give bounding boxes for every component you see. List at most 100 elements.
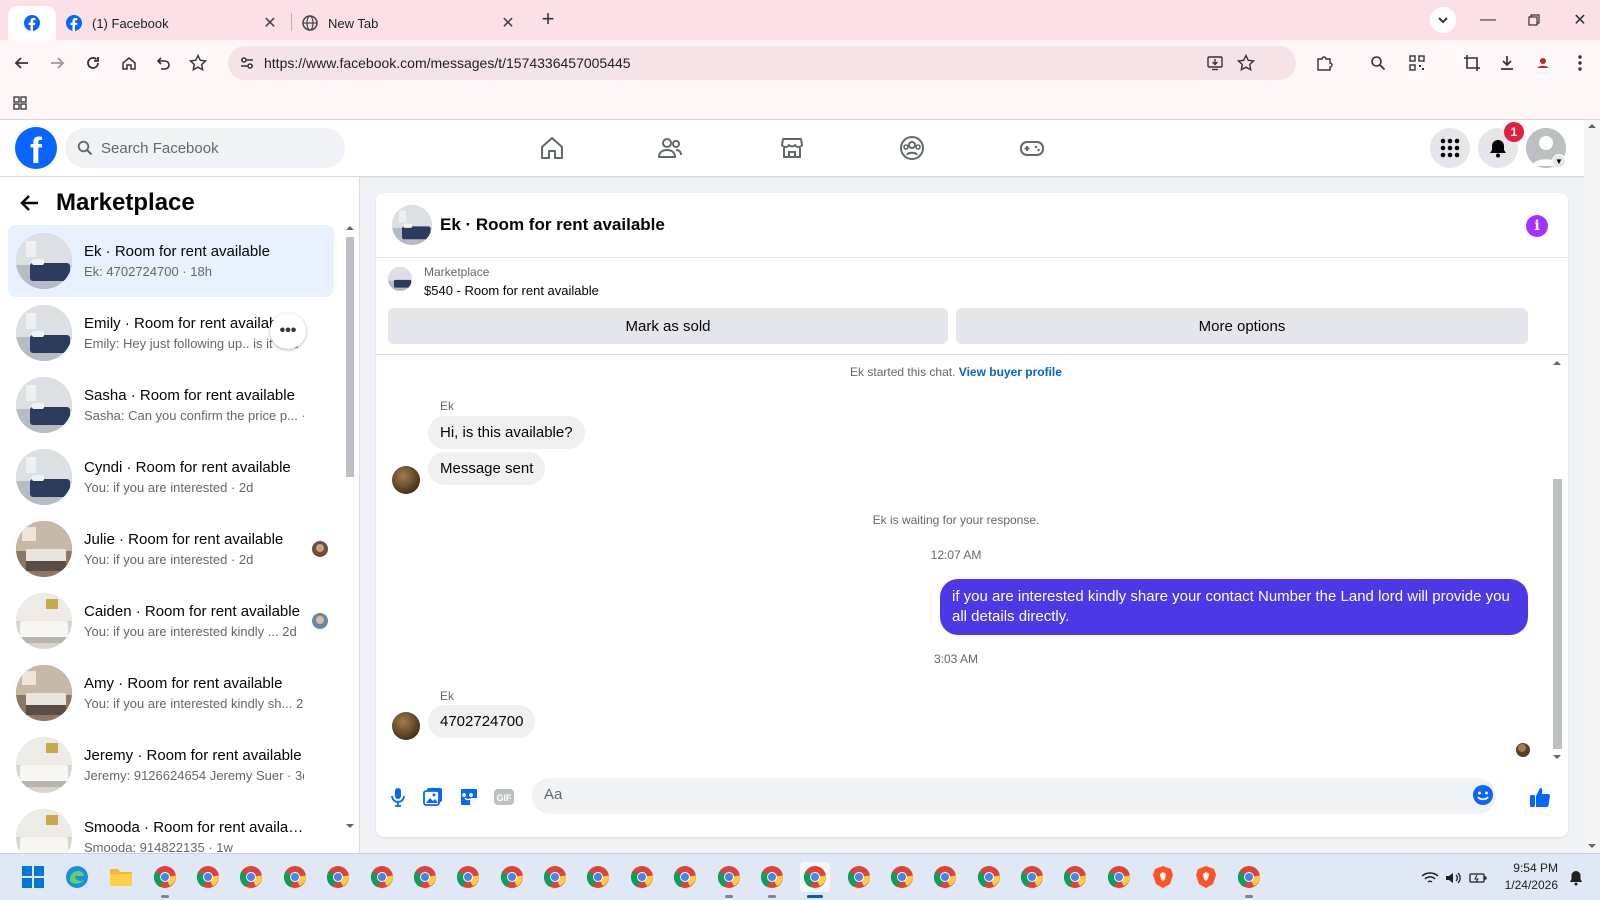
- conversation-item[interactable]: Julie · Room for rent available You: if …: [8, 513, 334, 585]
- bookmark-icon[interactable]: [1233, 50, 1259, 76]
- forward-button[interactable]: [43, 49, 71, 77]
- extensions-button[interactable]: [1310, 49, 1338, 77]
- taskbar-chrome[interactable]: [1104, 862, 1134, 892]
- taskbar-chrome[interactable]: [236, 862, 266, 892]
- pinned-facebook-tab[interactable]: [8, 6, 56, 40]
- more-options-button[interactable]: More options: [956, 308, 1528, 344]
- start-button[interactable]: [18, 862, 48, 892]
- tab-new-tab[interactable]: New Tab ✕: [292, 6, 528, 40]
- facebook-logo[interactable]: f: [15, 127, 57, 169]
- scroll-down-icon[interactable]: [1552, 753, 1562, 761]
- battery-icon[interactable]: [1468, 868, 1488, 888]
- scroll-up-icon[interactable]: [1587, 122, 1597, 130]
- taskbar-chrome[interactable]: [1017, 862, 1047, 892]
- notifications-button[interactable]: 1: [1478, 122, 1524, 168]
- scrollbar-thumb[interactable]: [1553, 479, 1562, 749]
- taskbar-chrome[interactable]: [757, 862, 787, 898]
- message-input[interactable]: [544, 786, 1444, 803]
- gif-icon[interactable]: GIF: [490, 783, 518, 811]
- chat-title[interactable]: Ek · Room for rent available: [440, 215, 665, 235]
- info-icon[interactable]: i: [1526, 215, 1548, 237]
- scrollbar-thumb[interactable]: [346, 237, 354, 477]
- taskbar-chrome-active[interactable]: [800, 862, 830, 898]
- restore-button[interactable]: [1514, 6, 1554, 34]
- nav-home[interactable]: [532, 130, 572, 166]
- scroll-down-icon[interactable]: [344, 821, 356, 831]
- nav-groups[interactable]: [892, 130, 932, 166]
- taskbar-chrome[interactable]: [410, 862, 440, 892]
- tab-search-button[interactable]: [1430, 7, 1456, 33]
- search-button[interactable]: [1364, 49, 1392, 77]
- address-bar[interactable]: https://www.facebook.com/messages/t/1574…: [228, 46, 1296, 80]
- conversation-item[interactable]: Smooda · Room for rent available Smooda:…: [8, 801, 334, 853]
- nav-gaming[interactable]: [1012, 130, 1052, 166]
- crop-button[interactable]: [1458, 49, 1486, 77]
- conversation-item[interactable]: Jeremy · Room for rent available Jeremy:…: [8, 729, 334, 801]
- taskbar-file-explorer[interactable]: [106, 862, 136, 892]
- search-box[interactable]: [65, 128, 345, 168]
- sender-avatar[interactable]: [392, 712, 420, 740]
- emoji-icon[interactable]: [1472, 784, 1494, 806]
- microphone-icon[interactable]: [384, 783, 412, 811]
- bookmark-star-button[interactable]: [184, 49, 212, 77]
- taskbar-chrome[interactable]: [887, 862, 917, 892]
- outgoing-message[interactable]: if you are interested kindly share your …: [940, 579, 1528, 635]
- volume-icon[interactable]: [1444, 868, 1464, 888]
- conversation-item[interactable]: Cyndi · Room for rent available You: if …: [8, 441, 334, 513]
- site-info-icon[interactable]: [234, 50, 260, 76]
- taskbar-chrome[interactable]: [930, 862, 960, 892]
- nav-friends[interactable]: [650, 130, 690, 166]
- chat-avatar[interactable]: [392, 205, 432, 245]
- back-button[interactable]: [8, 49, 36, 77]
- taskbar-chrome[interactable]: [583, 862, 613, 892]
- incoming-message[interactable]: Message sent: [428, 452, 546, 485]
- close-tab-icon[interactable]: ✕: [260, 13, 280, 33]
- taskbar-chrome[interactable]: [974, 862, 1004, 892]
- taskbar-chrome[interactable]: [150, 862, 180, 898]
- scroll-down-icon[interactable]: [1587, 842, 1597, 850]
- taskbar-chrome[interactable]: [714, 862, 744, 898]
- page-scrollbar[interactable]: [1584, 120, 1600, 853]
- wifi-icon[interactable]: [1420, 868, 1440, 888]
- taskbar-chrome[interactable]: [497, 862, 527, 892]
- conversation-item[interactable]: Sasha · Room for rent available Sasha: C…: [8, 369, 334, 441]
- downloads-button[interactable]: [1493, 49, 1521, 77]
- close-tab-icon[interactable]: ✕: [498, 13, 518, 33]
- conversation-item[interactable]: Ek · Room for rent available Ek: 4702724…: [8, 225, 334, 297]
- taskbar-brave[interactable]: [1148, 862, 1178, 892]
- conversation-item[interactable]: Caiden · Room for rent available You: if…: [8, 585, 334, 657]
- home-button[interactable]: [115, 49, 143, 77]
- taskbar-chrome[interactable]: [844, 862, 874, 892]
- conversation-item[interactable]: Amy · Room for rent available You: if yo…: [8, 657, 334, 729]
- menu-button[interactable]: [1430, 128, 1470, 168]
- tab-facebook[interactable]: (1) Facebook ✕: [56, 6, 290, 40]
- mark-as-sold-button[interactable]: Mark as sold: [388, 308, 948, 344]
- thumbs-up-icon[interactable]: [1526, 783, 1554, 811]
- incoming-message[interactable]: 4702724700: [428, 705, 536, 738]
- view-buyer-profile-link[interactable]: View buyer profile: [959, 365, 1062, 379]
- browser-profile-button[interactable]: [1529, 49, 1557, 77]
- taskbar-chrome[interactable]: [323, 862, 353, 892]
- scroll-up-icon[interactable]: [344, 223, 356, 233]
- apps-button[interactable]: [6, 89, 34, 117]
- notification-center-icon[interactable]: [1566, 868, 1586, 888]
- taskbar-chrome[interactable]: [1060, 862, 1090, 892]
- browser-menu-button[interactable]: [1566, 49, 1594, 77]
- close-window-button[interactable]: ✕: [1560, 6, 1600, 34]
- taskbar-edge[interactable]: [62, 862, 92, 892]
- taskbar-chrome[interactable]: [193, 862, 223, 892]
- chat-scrollbar[interactable]: [1550, 355, 1564, 767]
- back-arrow-icon[interactable]: [20, 193, 40, 213]
- taskbar-chrome[interactable]: [670, 862, 700, 892]
- chevron-down-icon[interactable]: ▼: [1552, 154, 1566, 168]
- taskbar-chrome[interactable]: [627, 862, 657, 892]
- taskbar-chrome[interactable]: [1234, 862, 1264, 898]
- sidebar-scrollbar[interactable]: [344, 223, 356, 833]
- qr-code-button[interactable]: [1403, 49, 1431, 77]
- taskbar-chrome[interactable]: [540, 862, 570, 892]
- scroll-up-icon[interactable]: [1552, 359, 1562, 367]
- incoming-message[interactable]: Hi, is this available?: [428, 416, 585, 449]
- taskbar-chrome[interactable]: [280, 862, 310, 892]
- more-options-icon[interactable]: •••: [270, 313, 306, 349]
- undo-button[interactable]: [149, 49, 177, 77]
